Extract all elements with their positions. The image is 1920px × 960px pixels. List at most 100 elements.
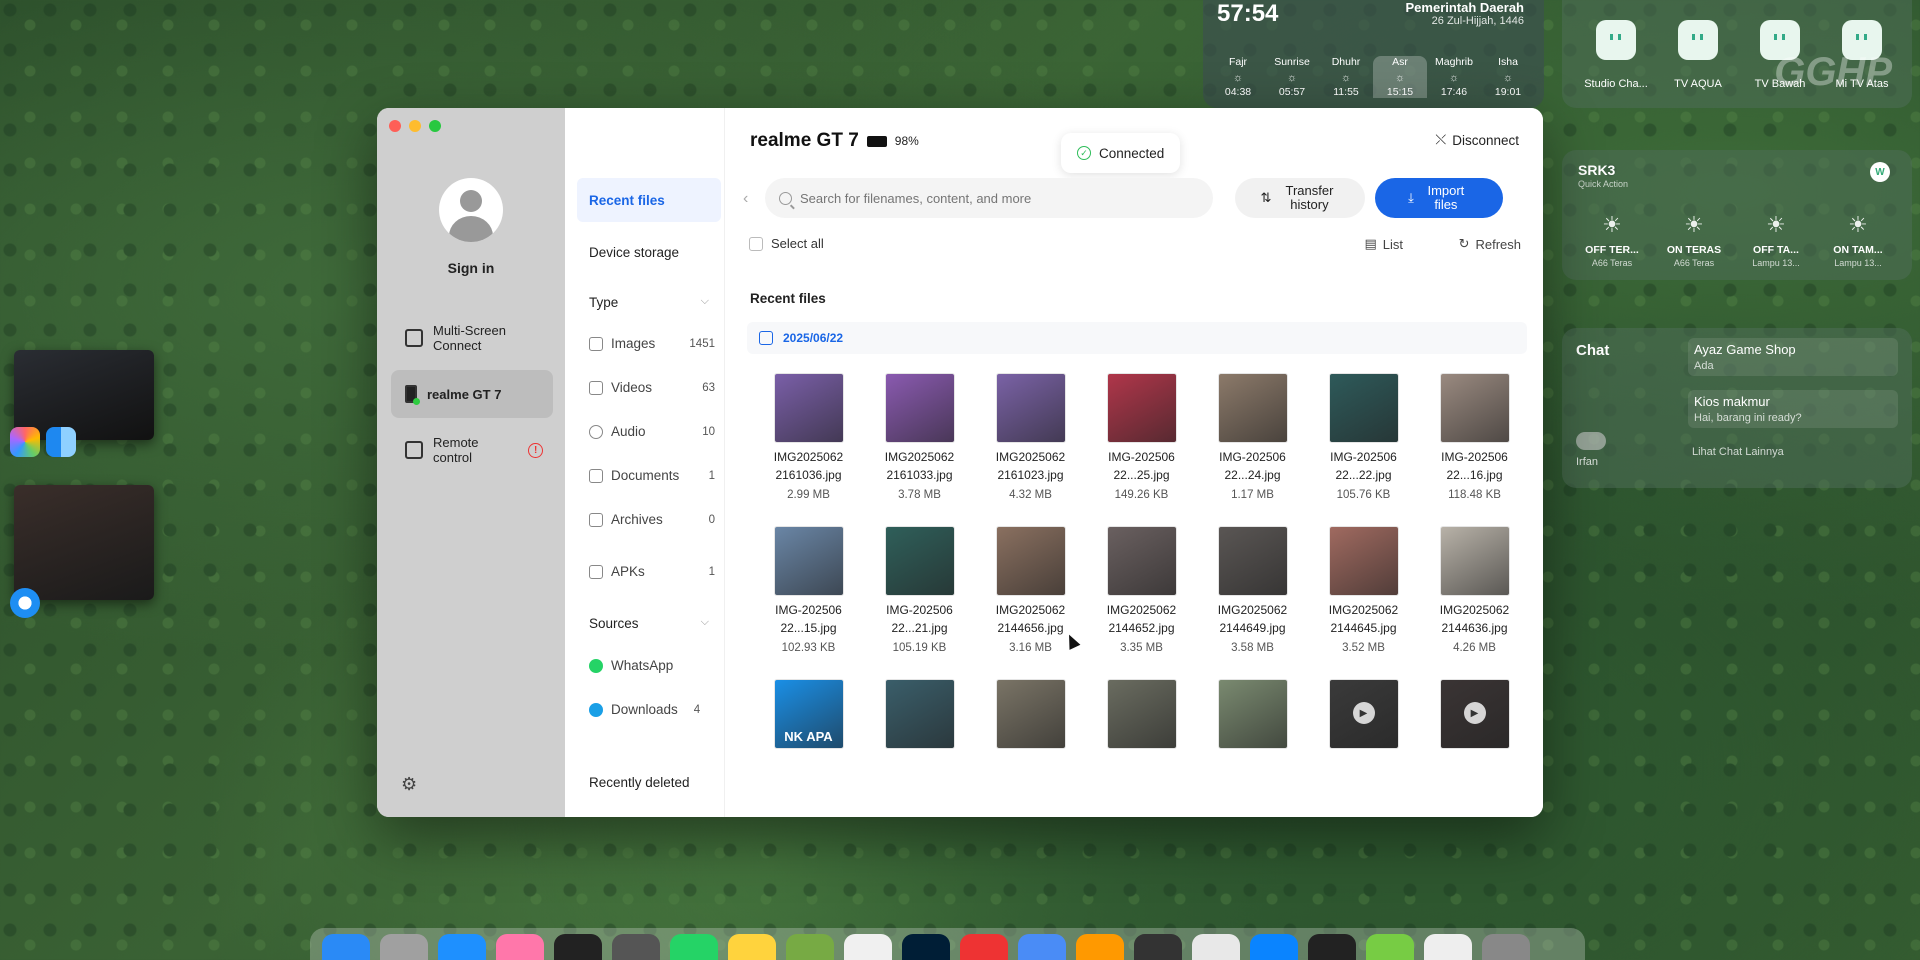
file-item[interactable]: IMG2025062 2161036.jpg 2.99 MB — [753, 374, 864, 501]
file-item[interactable]: NK APA — [753, 680, 864, 754]
file-thumbnail[interactable] — [1218, 374, 1287, 442]
dock-app-icon[interactable] — [1250, 934, 1298, 960]
refresh-button[interactable]: ↻ Refresh — [1459, 236, 1521, 252]
dock-app-icon[interactable] — [380, 934, 428, 960]
file-thumbnail[interactable] — [1440, 374, 1509, 442]
file-thumbnail[interactable] — [1107, 374, 1176, 442]
dock-app-icon[interactable] — [786, 934, 834, 960]
date-group-header[interactable]: 2025/06/22 — [747, 322, 1527, 354]
file-item[interactable]: IMG2025062 2161023.jpg 4.32 MB — [975, 374, 1086, 501]
dock-app-icon[interactable] — [902, 934, 950, 960]
dock-app-icon[interactable] — [960, 934, 1008, 960]
prayer-times-widget[interactable]: 57:54 Pemerintah Daerah 26 Zul-Hijjah, 1… — [1203, 0, 1544, 108]
file-item[interactable] — [975, 680, 1086, 754]
dock-app-icon[interactable] — [1482, 934, 1530, 960]
file-item[interactable]: IMG2025062 2144652.jpg 3.35 MB — [1086, 527, 1197, 654]
type-group-header[interactable]: Type ⌵ — [589, 295, 709, 310]
quick-action-tile[interactable]: ☀ OFF TER... A66 Teras — [1572, 212, 1652, 268]
type-filter-archives[interactable]: Archives 0 — [589, 512, 715, 527]
gear-icon[interactable]: ⚙ — [401, 774, 417, 795]
recent-files-tab[interactable]: Recent files — [577, 178, 721, 222]
photos-icon[interactable] — [10, 427, 40, 457]
disconnect-button[interactable]: ⤬ Disconnect — [1435, 132, 1519, 148]
search-bar[interactable] — [765, 178, 1213, 218]
file-thumbnail[interactable] — [996, 374, 1065, 442]
file-thumbnail[interactable] — [1440, 527, 1509, 595]
transfer-history-button[interactable]: ⇅ Transfer history — [1235, 178, 1365, 218]
source-filter-downloads[interactable]: Downloads 4 — [589, 702, 715, 717]
file-thumbnail[interactable] — [1329, 680, 1398, 748]
file-thumbnail[interactable] — [1107, 680, 1176, 748]
nav-multi-screen-connect[interactable]: Multi-Screen Connect — [391, 314, 553, 362]
file-thumbnail[interactable] — [1218, 680, 1287, 748]
search-input[interactable] — [800, 190, 1180, 206]
dock-app-icon[interactable] — [612, 934, 660, 960]
file-item[interactable] — [864, 680, 975, 754]
file-thumbnail[interactable] — [1218, 527, 1287, 595]
dock-app-icon[interactable] — [1076, 934, 1124, 960]
type-filter-apks[interactable]: APKs 1 — [589, 564, 715, 579]
file-thumbnail[interactable] — [1329, 374, 1398, 442]
file-item[interactable]: IMG-202506 22...21.jpg 105.19 KB — [864, 527, 975, 654]
file-item[interactable]: IMG-202506 22...16.jpg 118.48 KB — [1419, 374, 1530, 501]
dock-app-icon[interactable] — [1018, 934, 1066, 960]
type-filter-audio[interactable]: Audio 10 — [589, 424, 715, 439]
file-thumbnail[interactable] — [1329, 527, 1398, 595]
smart-plug-tile[interactable]: Studio Cha... — [1576, 20, 1656, 90]
file-item[interactable]: IMG-202506 22...25.jpg 149.26 KB — [1086, 374, 1197, 501]
sign-in-link[interactable]: Sign in — [377, 260, 565, 276]
dock-app-icon[interactable] — [844, 934, 892, 960]
file-thumbnail[interactable] — [774, 527, 843, 595]
dock-app-icon[interactable] — [670, 934, 718, 960]
source-filter-whatsapp[interactable]: WhatsApp — [589, 658, 715, 673]
minimize-window-button[interactable] — [409, 120, 421, 132]
file-thumbnail[interactable] — [774, 374, 843, 442]
safari-icon[interactable] — [10, 588, 40, 618]
recently-deleted-tab[interactable]: Recently deleted — [577, 760, 721, 804]
zoom-window-button[interactable] — [429, 120, 441, 132]
dock-app-icon[interactable] — [1366, 934, 1414, 960]
file-thumbnail[interactable] — [885, 374, 954, 442]
file-item[interactable]: IMG-202506 22...24.jpg 1.17 MB — [1197, 374, 1308, 501]
see-more-chats-link[interactable]: Lihat Chat Lainnya — [1692, 446, 1784, 458]
list-view-button[interactable]: ▤ List — [1364, 236, 1403, 252]
quick-action-tile[interactable]: ☀ ON TAM... Lampu 13... — [1818, 212, 1898, 268]
file-item[interactable]: IMG-202506 22...22.jpg 105.76 KB — [1308, 374, 1419, 501]
stage-thumbnail-photos[interactable] — [14, 350, 154, 440]
file-thumbnail[interactable] — [1440, 680, 1509, 748]
dock-app-icon[interactable] — [554, 934, 602, 960]
file-thumbnail[interactable] — [996, 680, 1065, 748]
quick-action-tile[interactable]: ☀ OFF TA... Lampu 13... — [1736, 212, 1816, 268]
file-item[interactable] — [1086, 680, 1197, 754]
nav-device[interactable]: realme GT 7 — [391, 370, 553, 418]
checkbox[interactable] — [759, 331, 773, 345]
dock-app-icon[interactable] — [1424, 934, 1472, 960]
file-thumbnail[interactable] — [996, 527, 1065, 595]
chat-message[interactable]: Kios makmur Hai, barang ini ready? — [1688, 390, 1898, 428]
dock-app-icon[interactable] — [728, 934, 776, 960]
back-arrow-icon[interactable]: ‹ — [743, 190, 748, 208]
finder-icon[interactable] — [46, 427, 76, 457]
avatar[interactable] — [439, 178, 503, 242]
dock-app-icon[interactable] — [496, 934, 544, 960]
type-filter-videos[interactable]: Videos 63 — [589, 380, 715, 395]
type-filter-images[interactable]: Images 1451 — [589, 336, 715, 351]
dock-app-icon[interactable] — [1134, 934, 1182, 960]
file-item[interactable] — [1419, 680, 1530, 754]
dock-app-icon[interactable] — [1192, 934, 1240, 960]
file-item[interactable] — [1197, 680, 1308, 754]
file-item[interactable]: IMG2025062 2161033.jpg 3.78 MB — [864, 374, 975, 501]
quick-action-widget[interactable]: SRK3 Quick Action W ☀ OFF TER... A66 Teras… — [1562, 150, 1912, 280]
dock-app-icon[interactable] — [1308, 934, 1356, 960]
file-item[interactable]: IMG2025062 2144645.jpg 3.52 MB — [1308, 527, 1419, 654]
quick-action-tile[interactable]: ☀ ON TERAS A66 Teras — [1654, 212, 1734, 268]
smart-home-widget[interactable]: Studio Cha... TV AQUA TV Bawah Mi TV Atas G… — [1562, 0, 1912, 108]
device-storage-tab[interactable]: Device storage — [577, 230, 721, 274]
import-files-button[interactable]: ⤓ Import files — [1375, 178, 1503, 218]
chat-widget[interactable]: Chat Ayaz Game Shop Ada Kios makmur Hai,… — [1562, 328, 1912, 488]
select-all-checkbox[interactable]: Select all — [749, 236, 824, 251]
file-thumbnail[interactable] — [885, 527, 954, 595]
checkbox[interactable] — [749, 236, 763, 251]
file-thumbnail[interactable] — [885, 680, 954, 748]
sources-group-header[interactable]: Sources ⌵ — [589, 616, 709, 631]
